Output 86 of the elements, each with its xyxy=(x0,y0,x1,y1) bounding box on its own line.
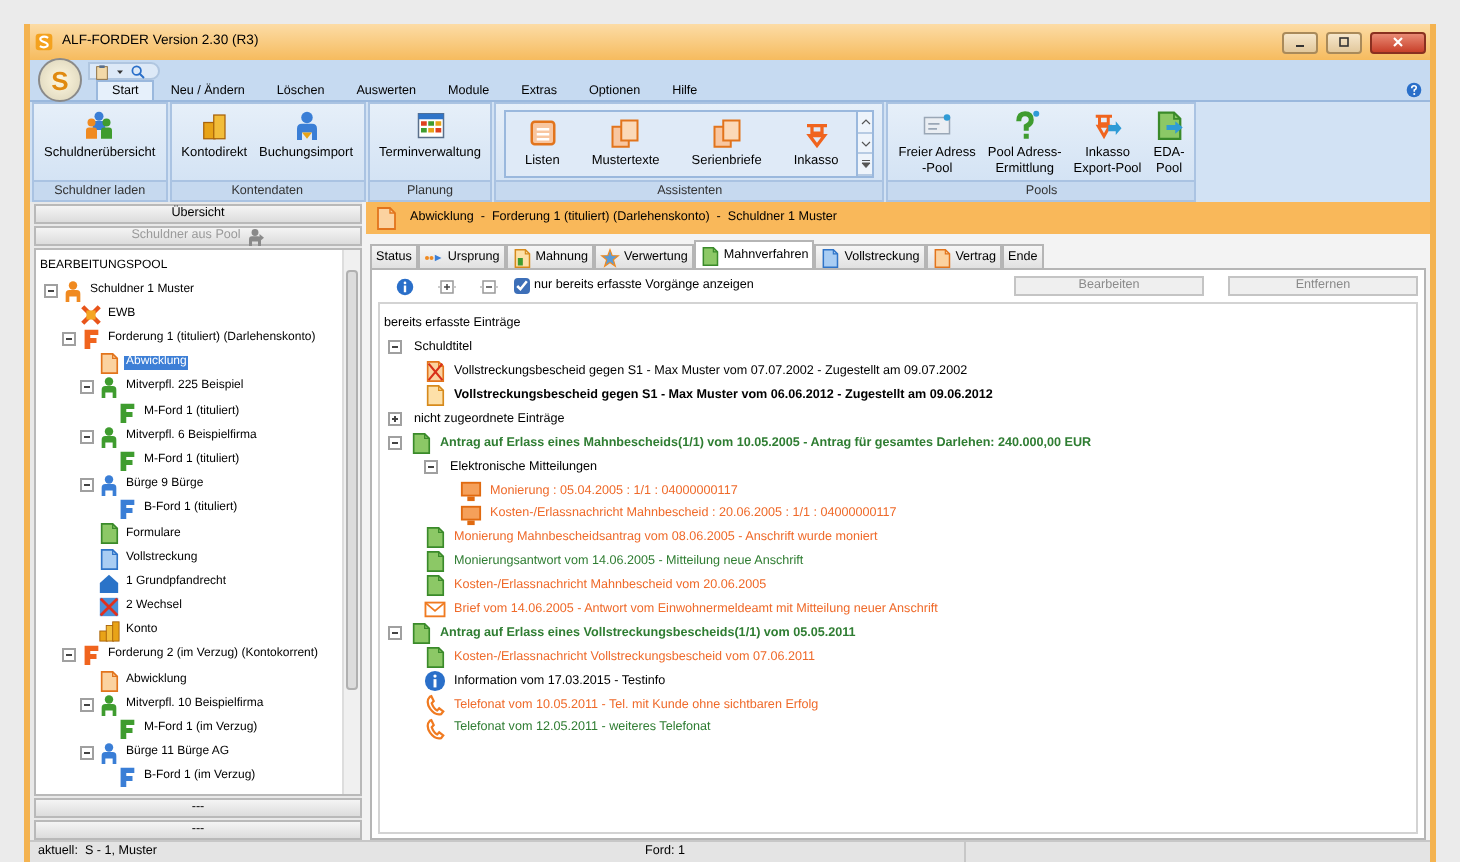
address-card-icon xyxy=(922,110,953,140)
document-icon xyxy=(410,622,432,645)
house-icon xyxy=(98,571,120,594)
collapse-toggle[interactable] xyxy=(388,626,402,641)
coins-icon xyxy=(199,110,230,140)
envelope-icon xyxy=(424,598,446,621)
app-icon xyxy=(34,32,54,52)
close-button[interactable] xyxy=(1370,31,1426,53)
document-icon xyxy=(424,645,446,668)
search-icon xyxy=(130,63,146,79)
monitor-icon xyxy=(460,479,482,502)
more-icon xyxy=(859,158,872,171)
close-icon xyxy=(1390,34,1406,50)
document-icon xyxy=(374,206,398,230)
document-icon xyxy=(699,245,720,265)
scroll-up-button[interactable] xyxy=(858,112,873,134)
collapse-toggle[interactable] xyxy=(388,435,402,450)
document-icon xyxy=(424,384,446,407)
star-icon xyxy=(600,247,621,267)
document-icon xyxy=(98,547,120,570)
crossed-square-icon xyxy=(98,596,120,619)
person-arrow-icon xyxy=(246,227,265,245)
maximize-icon xyxy=(1336,34,1352,50)
collapse-toggle[interactable] xyxy=(80,478,94,493)
list-icon xyxy=(527,118,558,148)
documents-icon xyxy=(711,118,742,148)
collapse-toggle[interactable] xyxy=(388,340,402,355)
person-icon xyxy=(98,693,120,716)
scroll-down-button[interactable] xyxy=(858,133,873,155)
collapse-toggle[interactable] xyxy=(80,380,94,395)
scroll-down-icon xyxy=(859,137,872,149)
people-icon xyxy=(84,110,115,140)
letter-f-icon xyxy=(116,449,138,472)
letter-f-icon xyxy=(80,327,102,350)
clipboard-icon xyxy=(94,63,110,79)
person-icon xyxy=(98,376,120,399)
document-icon xyxy=(98,352,120,375)
person-icon xyxy=(98,425,120,448)
document-icon xyxy=(511,247,532,267)
letter-f-icon xyxy=(80,644,102,667)
calendar-icon xyxy=(415,110,445,140)
collapse-toggle[interactable] xyxy=(44,283,58,298)
minimize-button[interactable] xyxy=(1282,31,1318,53)
person-icon xyxy=(98,474,120,497)
document-icon xyxy=(424,574,446,597)
checkbox[interactable] xyxy=(514,278,530,294)
cancelled-document-icon xyxy=(424,360,446,383)
coins-icon xyxy=(98,620,120,643)
person-arrow-icon xyxy=(291,110,322,140)
export-icon xyxy=(1092,110,1123,140)
expand-all-icon[interactable] xyxy=(438,277,456,295)
info-icon[interactable] xyxy=(396,277,414,295)
help-icon[interactable] xyxy=(1406,82,1422,98)
maximize-button[interactable] xyxy=(1326,31,1362,53)
scroll-up-icon xyxy=(859,115,872,128)
collapse-toggle[interactable] xyxy=(424,459,438,474)
person-icon xyxy=(62,279,84,302)
collapse-all-icon[interactable] xyxy=(480,277,498,295)
document-icon xyxy=(98,522,120,545)
document-arrow-icon xyxy=(1154,110,1185,140)
document-icon xyxy=(98,669,120,692)
phone-icon xyxy=(424,717,446,740)
collapse-toggle[interactable] xyxy=(80,429,94,444)
phone-icon xyxy=(424,693,446,716)
collapse-toggle[interactable] xyxy=(62,331,76,346)
person-icon xyxy=(98,742,120,765)
documents-icon xyxy=(610,118,641,148)
cross-icon xyxy=(80,303,102,326)
document-icon xyxy=(820,247,841,267)
letter-f-icon xyxy=(116,717,138,740)
letter-f-icon xyxy=(116,766,138,789)
document-icon xyxy=(410,431,432,454)
letter-f-icon xyxy=(116,498,138,521)
expand-toggle[interactable] xyxy=(388,412,402,426)
monitor-icon xyxy=(460,503,482,526)
more-button[interactable] xyxy=(858,154,873,177)
collapse-toggle[interactable] xyxy=(62,648,76,663)
info-icon xyxy=(424,669,446,692)
scrollbar[interactable] xyxy=(342,250,360,794)
document-icon xyxy=(424,526,446,549)
document-icon xyxy=(424,550,446,573)
collapse-toggle[interactable] xyxy=(80,746,94,761)
document-icon xyxy=(931,247,952,267)
collapse-toggle[interactable] xyxy=(80,697,94,712)
stack-icon xyxy=(801,118,832,148)
letter-f-icon xyxy=(116,401,138,424)
